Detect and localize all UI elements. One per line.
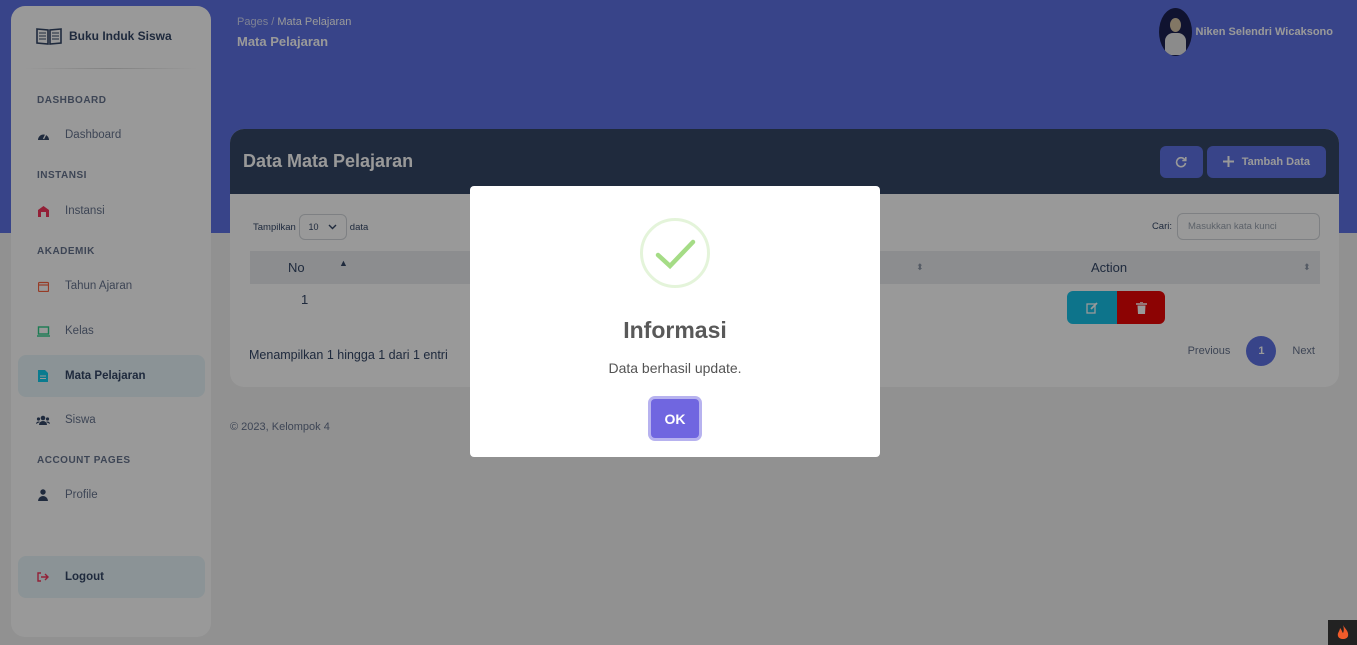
flame-icon[interactable] [1328,620,1357,645]
modal-title: Informasi [623,317,727,343]
info-modal: Informasi Data berhasil update. OK [470,186,880,457]
modal-message: Data berhasil update. [608,360,742,376]
success-check-icon [640,218,710,288]
ok-button[interactable]: OK [651,399,699,438]
